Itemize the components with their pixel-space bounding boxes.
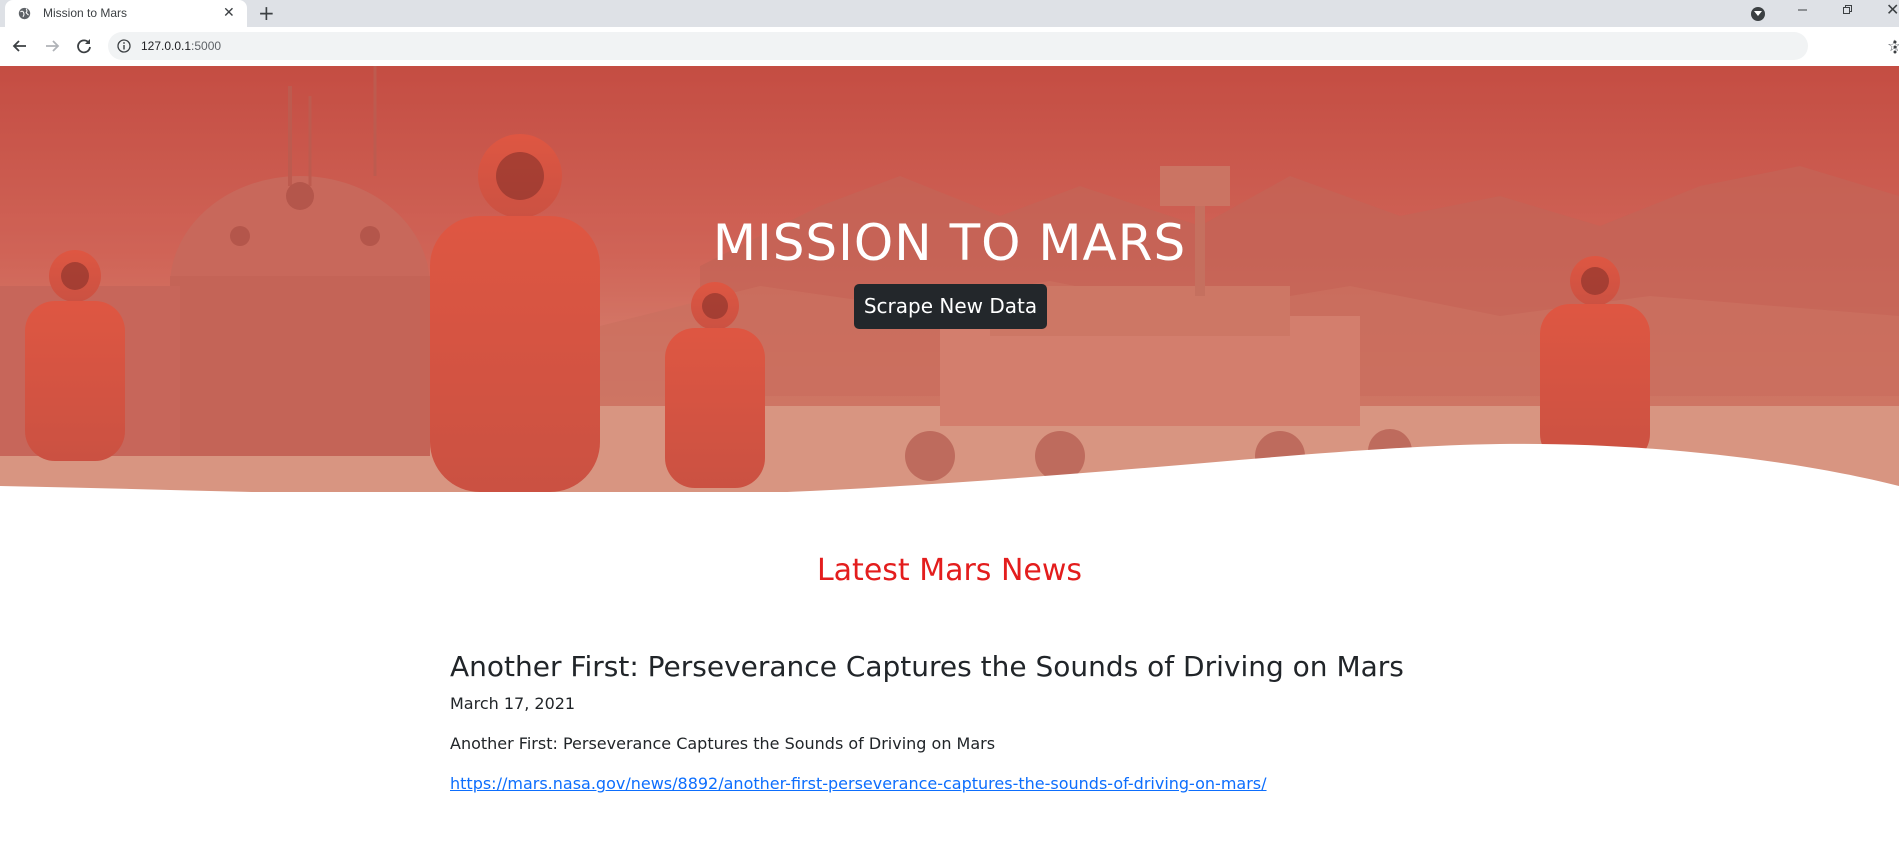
window-close-icon[interactable]: ✕ xyxy=(1886,2,1899,18)
url-host: 127.0.0.1 xyxy=(141,39,192,53)
news-date: March 17, 2021 xyxy=(450,694,576,713)
url-port: :5000 xyxy=(191,39,222,53)
minimize-icon[interactable] xyxy=(1797,4,1808,15)
browser-menu-icon[interactable] xyxy=(1893,40,1897,54)
news-article-link[interactable]: https://mars.nasa.gov/news/8892/another-… xyxy=(450,774,1267,793)
address-bar[interactable]: 127.0.0.1:5000 ☆ xyxy=(108,32,1899,60)
scrape-new-data-button[interactable]: Scrape New Data xyxy=(854,284,1047,329)
info-icon[interactable] xyxy=(117,39,131,53)
news-section-heading: Latest Mars News xyxy=(816,553,1083,588)
hero-title: MISSION TO MARS xyxy=(712,214,1187,272)
forward-arrow-icon[interactable] xyxy=(42,36,62,56)
tab-title: Mission to Mars xyxy=(43,6,128,20)
profile-menu-icon[interactable] xyxy=(1751,7,1765,21)
news-title: Another First: Perseverance Captures the… xyxy=(450,650,1404,683)
browser-toolbar: 127.0.0.1:5000 ☆ xyxy=(0,27,1899,67)
back-arrow-icon[interactable] xyxy=(10,36,30,56)
browser-title-bar: Mission to Mars ✕ + ✕ xyxy=(0,0,1899,27)
reload-icon[interactable] xyxy=(74,36,94,56)
news-teaser: Another First: Perseverance Captures the… xyxy=(450,734,996,753)
close-icon[interactable]: ✕ xyxy=(223,5,235,21)
restore-icon[interactable] xyxy=(1842,4,1853,15)
mars-astronauts-background-image xyxy=(0,66,1899,492)
browser-tab[interactable]: Mission to Mars ✕ xyxy=(5,0,247,27)
hero-banner: MISSION TO MARS Scrape New Data xyxy=(0,66,1899,492)
new-tab-button[interactable]: + xyxy=(258,3,275,23)
globe-icon xyxy=(18,7,31,20)
url-text: 127.0.0.1:5000 xyxy=(141,39,221,53)
